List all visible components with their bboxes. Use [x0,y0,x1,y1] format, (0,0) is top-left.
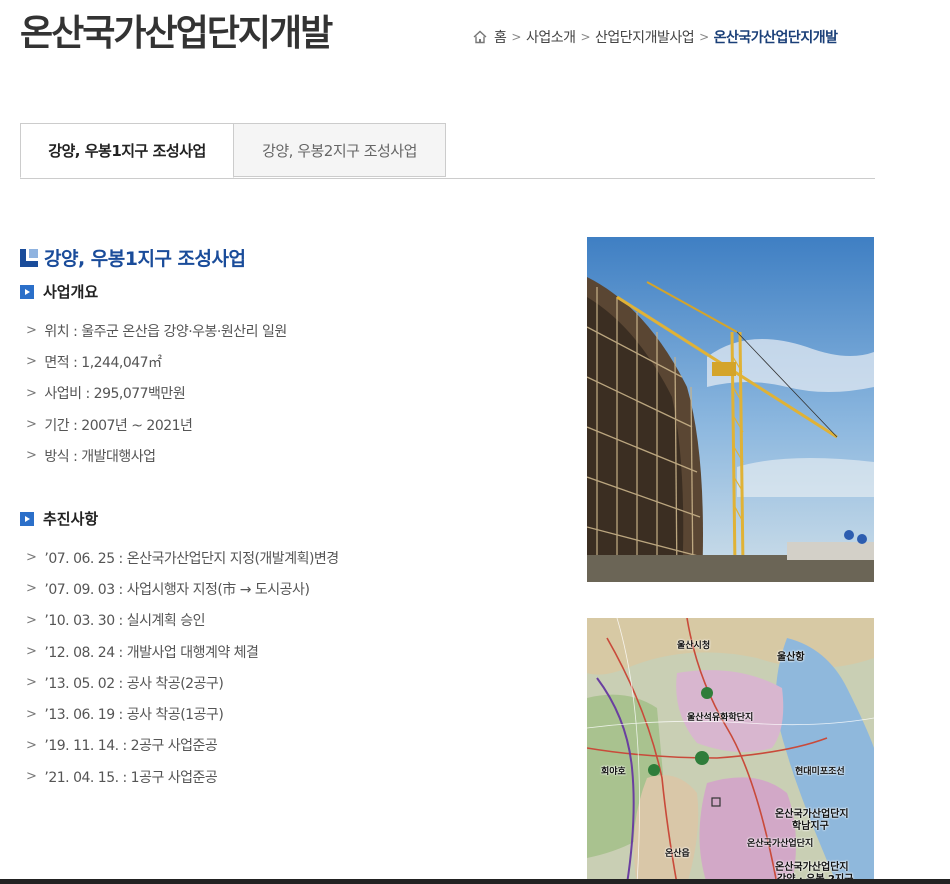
chevron-right-icon: > [26,550,37,566]
map-label: 온산국가산업단지 [747,839,814,849]
location-map: 울산시청 울산항 울산석유화학단지 회야호 현대미포조선 온산국가산업단지 학남… [587,618,874,884]
chevron-right-icon: > [26,612,37,628]
map-graphic [587,618,874,884]
list-item: > 위치 : 울주군 온산읍 강양·우봉·원산리 일원 [26,323,287,340]
list-item: > ’12. 08. 24 : 개발사업 대행계약 체결 [26,644,259,661]
list-item: > 사업비 : 295,077백만원 [26,385,186,403]
chevron-right-icon: > [26,417,37,433]
construction-scene [587,237,874,582]
map-label: 학남지구 [792,821,829,832]
list-item: > 방식 : 개발대행사업 [26,448,156,465]
map-label: 회야호 [601,767,626,777]
map-label: 울산항 [777,652,805,663]
breadcrumb-industrial[interactable]: 산업단지개발사업 [595,27,695,47]
chevron-right-icon: > [580,30,591,44]
chevron-right-icon: > [699,30,709,44]
chevron-right-icon: > [26,354,37,370]
list-item: > ’10. 03. 30 : 실시계획 승인 [26,612,205,630]
chevron-right-icon: > [26,644,37,660]
chevron-right-icon: > [26,675,37,691]
progress-list: > ’07. 06. 25 : 온산국가산업단지 지정(개발계획)변경 > ’07.… [26,542,339,792]
title-mark-icon [20,248,38,267]
bullet-arrow-icon [20,511,34,526]
bullet-arrow-icon [20,284,34,299]
list-item: > ’13. 06. 19 : 공사 착공(1공구) [26,706,224,724]
breadcrumb-home[interactable]: 홈 [494,27,507,47]
chevron-right-icon: > [511,30,521,44]
list-item: > ’07. 06. 25 : 온산국가산업단지 지정(개발계획)변경 [26,550,339,567]
breadcrumb-current: 온산국가산업단지개발 [713,30,838,46]
chevron-right-icon: > [26,448,37,464]
home-icon[interactable] [472,29,488,45]
list-item: > ’21. 04. 15. : 1공구 사업준공 [26,769,218,786]
overview-heading: 사업개요 [20,281,98,302]
progress-heading-text: 추진사항 [43,510,99,528]
breadcrumb: 홈 > 사업소개 > 산업단지개발사업 > 온산국가산업단지개발 [472,27,838,47]
section-title: 강양, 우봉1지구 조성사업 [20,244,246,271]
tab-district-2[interactable]: 강양, 우봉2지구 조성사업 [233,123,446,177]
map-label: 울산석유화학단지 [687,713,754,723]
chevron-right-icon: > [26,581,37,597]
list-item: > ’07. 09. 03 : 사업시행자 지정(市 → 도시공사) [26,581,310,598]
chevron-right-icon: > [26,706,37,722]
section-title-text: 강양, 우봉1지구 조성사업 [44,248,246,270]
construction-photo [587,237,874,582]
tab-bar: 강양, 우봉1지구 조성사업 강양, 우봉2지구 조성사업 [20,123,875,179]
list-item: > ’19. 11. 14. : 2공구 사업준공 [26,737,218,755]
overview-list: > 위치 : 울주군 온산읍 강양·우봉·원산리 일원 > 면적 : 1,244,0… [26,315,287,471]
chevron-right-icon: > [26,769,37,785]
chevron-right-icon: > [26,737,37,753]
list-item: > ’13. 05. 02 : 공사 착공(2공구) [26,675,224,692]
page-title: 온산국가산업단지개발 [20,13,333,54]
map-label: 온산읍 [665,849,690,859]
chevron-right-icon: > [26,385,37,401]
breadcrumb-about[interactable]: 사업소개 [526,27,576,47]
footer-bar [0,879,950,884]
overview-heading-text: 사업개요 [43,283,99,301]
progress-heading: 추진사항 [20,508,98,529]
chevron-right-icon: > [26,323,37,339]
map-label: 현대미포조선 [795,767,845,777]
tab-district-1[interactable]: 강양, 우봉1지구 조성사업 [20,123,234,178]
map-label: 울산시청 [677,641,711,651]
list-item: > 기간 : 2007년 ~ 2021년 [26,417,193,434]
list-item: > 면적 : 1,244,047㎡ [26,354,162,371]
